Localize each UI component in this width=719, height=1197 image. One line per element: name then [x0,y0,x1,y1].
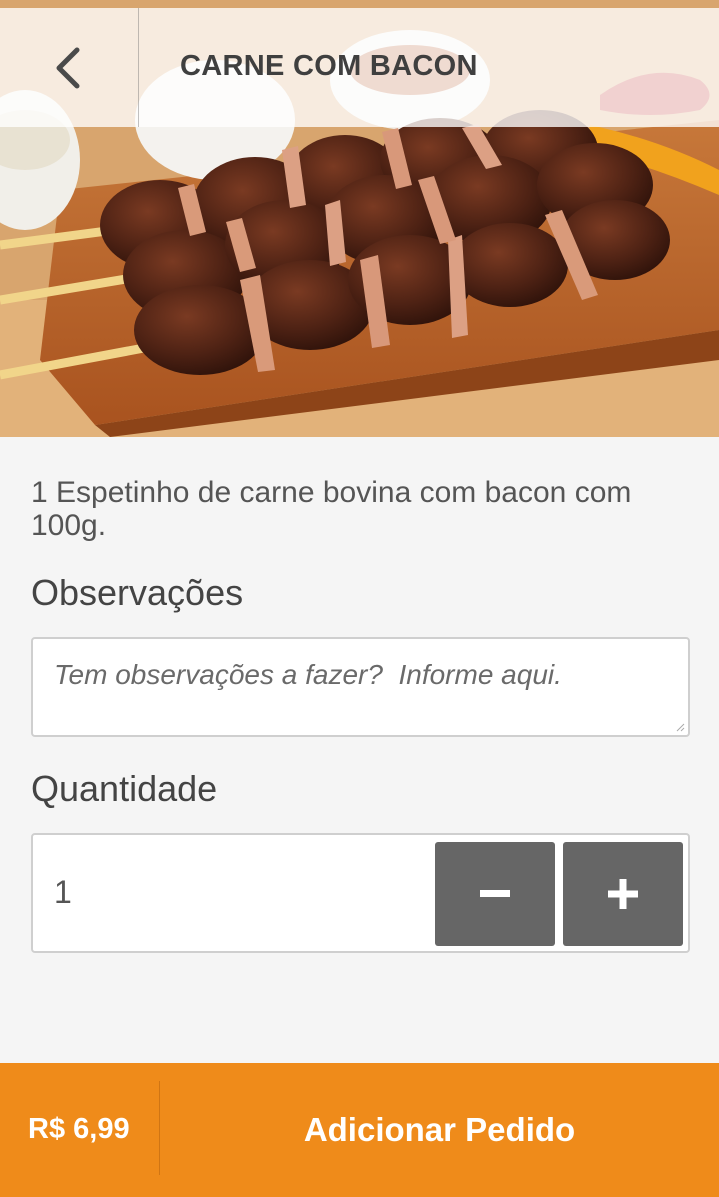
top-bar: CARNE COM BACON [0,8,719,127]
product-description: 1 Espetinho de carne bovina com bacon co… [31,476,632,542]
increment-button[interactable] [563,842,683,946]
add-order-button[interactable]: Adicionar Pedido [160,1063,719,1197]
quantity-stepper: 1 [31,833,690,953]
price-label: R$ 6,99 [28,1113,130,1145]
page-title: CARNE COM BACON [180,50,478,82]
decrement-button[interactable] [435,842,555,946]
observations-input[interactable] [33,639,688,735]
quantity-value[interactable]: 1 [54,874,72,911]
chevron-left-icon [56,47,80,88]
observations-field-container [31,637,690,737]
back-button[interactable] [0,8,139,127]
quantity-label: Quantidade [31,768,218,809]
plus-icon [608,879,638,909]
minus-icon [480,890,510,897]
observations-label: Observações [31,572,244,613]
bottom-action-bar: R$ 6,99 Adicionar Pedido [0,1063,719,1197]
resize-grip-icon[interactable] [675,722,685,732]
product-detail-screen: CARNE COM BACON 1 Espetinho de carne bov… [0,0,719,1197]
